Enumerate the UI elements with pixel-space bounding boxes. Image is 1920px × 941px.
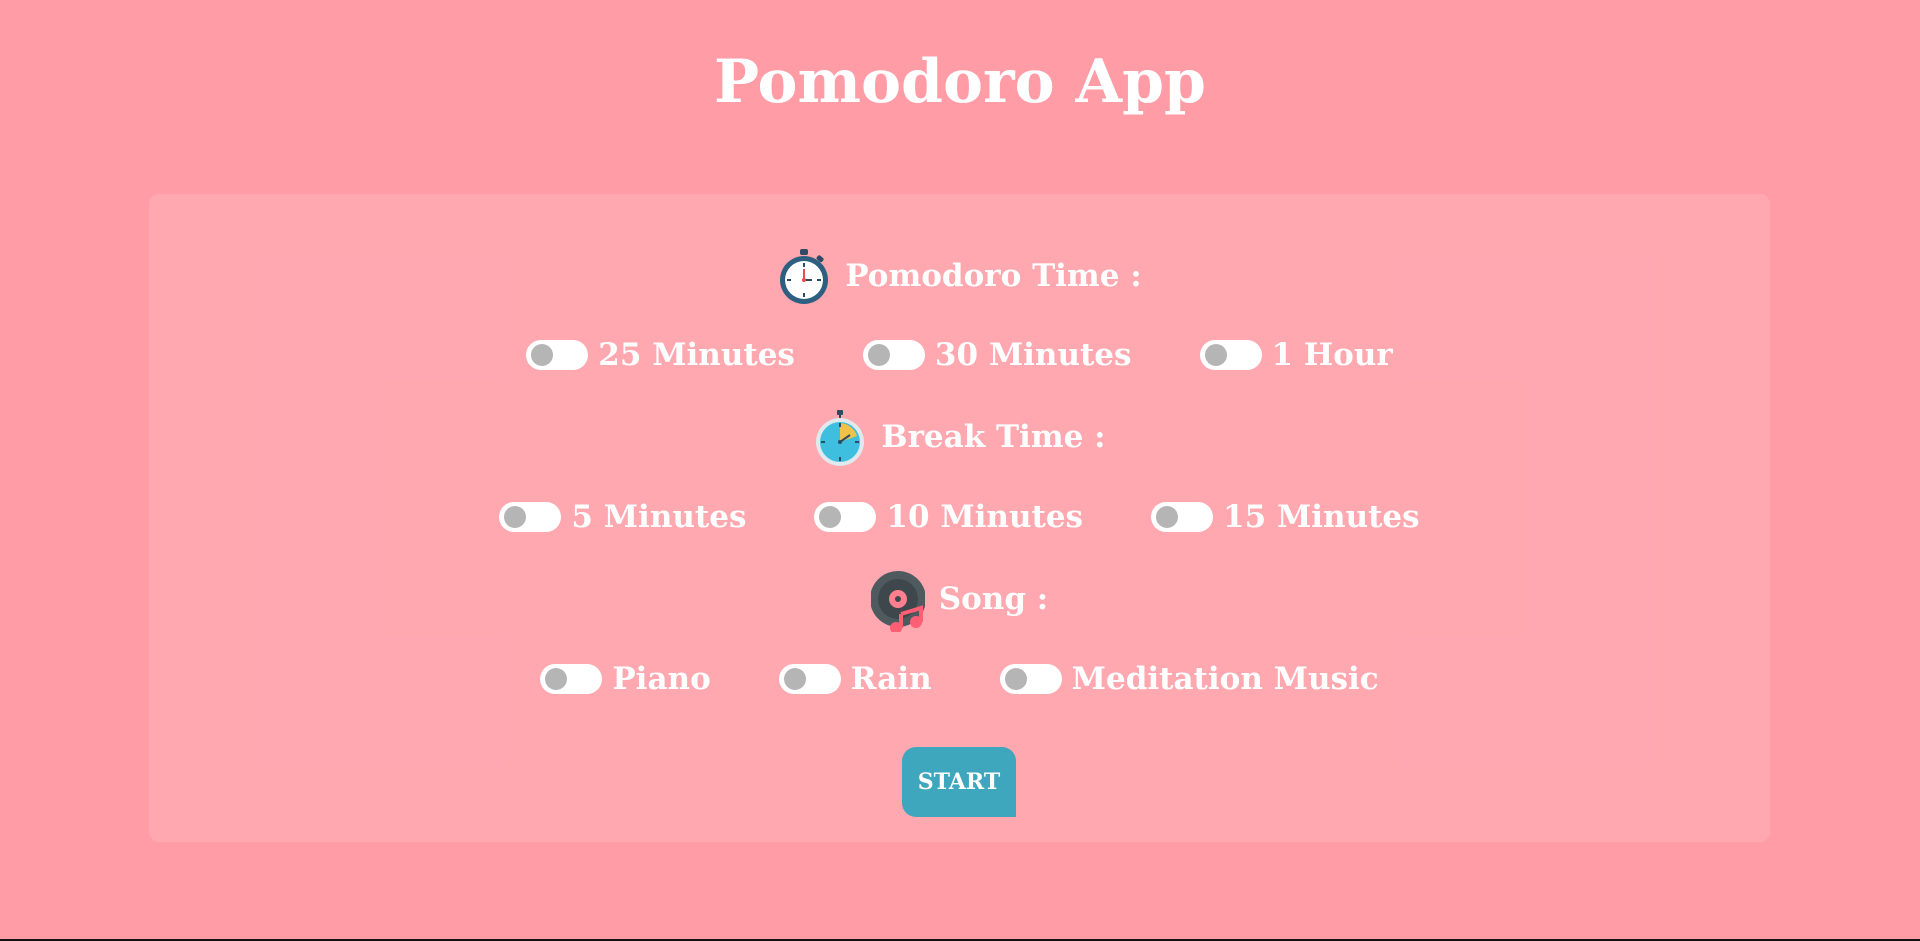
vinyl-music-icon [869, 570, 926, 634]
toggle-knob [1004, 668, 1027, 690]
option-10-minutes[interactable]: 10 Minutes [814, 499, 1083, 535]
option-meditation-music[interactable]: Meditation Music [999, 661, 1379, 697]
toggle-switch[interactable] [999, 664, 1062, 694]
option-1-hour[interactable]: 1 Hour [1199, 337, 1393, 373]
timer-icon [813, 408, 867, 466]
break-time-options: 5 Minutes 10 Minutes 15 Minutes [149, 497, 1770, 537]
break-time-label: Break Time : [881, 419, 1106, 455]
toggle-switch[interactable] [862, 340, 925, 370]
pomodoro-time-label: Pomodoro Time : [845, 258, 1142, 294]
toggle-switch[interactable] [1199, 340, 1262, 370]
song-label: Song : [938, 581, 1049, 617]
option-label: 5 Minutes [571, 499, 747, 535]
song-heading: Song : [149, 569, 1770, 634]
toggle-switch[interactable] [1151, 502, 1214, 532]
toggle-knob [1156, 506, 1179, 528]
toggle-switch[interactable] [814, 502, 877, 532]
pomodoro-time-options: 25 Minutes 30 Minutes 1 Hour [149, 335, 1770, 375]
toggle-switch[interactable] [526, 340, 589, 370]
page-title: Pomodoro App [714, 47, 1206, 117]
option-label: 25 Minutes [598, 337, 795, 373]
option-label: 30 Minutes [934, 337, 1132, 373]
option-label: 15 Minutes [1223, 499, 1420, 535]
option-label: 1 Hour [1271, 337, 1393, 373]
toggle-knob [545, 668, 568, 690]
option-label: Meditation Music [1071, 661, 1379, 697]
pomodoro-time-heading: Pomodoro Time : [149, 246, 1770, 306]
toggle-knob [531, 344, 554, 366]
toggle-switch[interactable] [778, 664, 841, 694]
toggle-knob [783, 668, 806, 690]
break-time-heading: Break Time : [149, 407, 1770, 467]
toggle-knob [504, 506, 527, 528]
option-30-minutes[interactable]: 30 Minutes [862, 337, 1132, 373]
option-rain[interactable]: Rain [778, 661, 932, 697]
start-button[interactable]: START [902, 747, 1016, 817]
toggle-knob [819, 506, 842, 528]
option-label: 10 Minutes [886, 499, 1084, 535]
option-5-minutes[interactable]: 5 Minutes [499, 499, 746, 535]
option-15-minutes[interactable]: 15 Minutes [1151, 499, 1420, 535]
toggle-knob [1204, 344, 1227, 366]
toggle-knob [867, 344, 890, 366]
settings-panel: Pomodoro Time : 25 Minutes 30 Minutes 1 … [149, 194, 1770, 842]
option-label: Rain [850, 661, 932, 697]
toggle-switch[interactable] [540, 664, 603, 694]
song-options: Piano Rain Meditation Music [149, 659, 1770, 699]
toggle-switch[interactable] [499, 502, 562, 532]
option-piano[interactable]: Piano [540, 661, 711, 697]
option-label: Piano [612, 661, 711, 697]
option-25-minutes[interactable]: 25 Minutes [526, 337, 795, 373]
stopwatch-icon [777, 247, 831, 305]
